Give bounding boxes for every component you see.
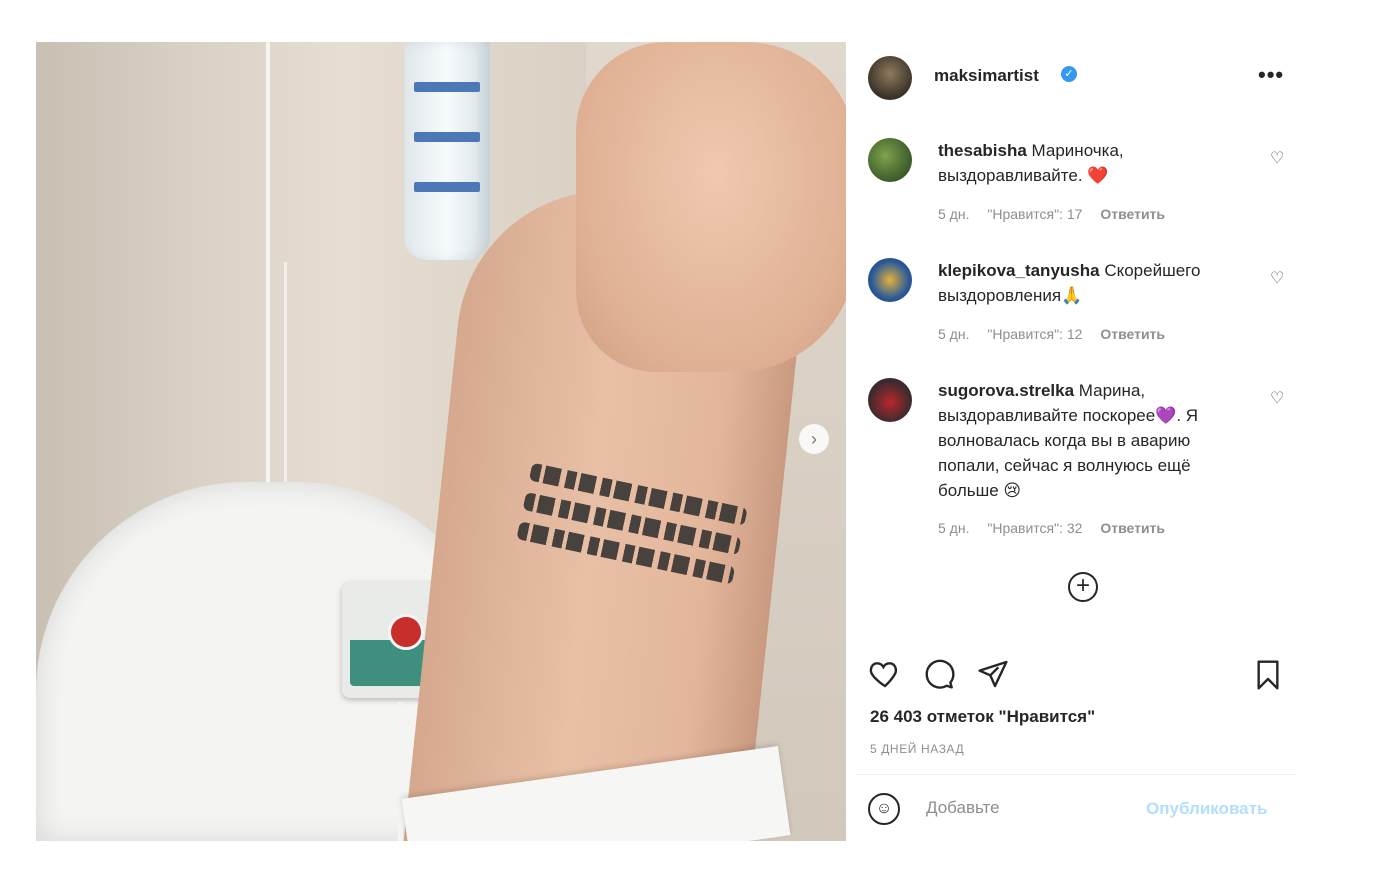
comment: thesabisha Мариночка, выздоравливайте. ❤… (868, 138, 1288, 228)
comment: klepikova_tanyusha Скорейшего выздоровле… (868, 258, 1288, 348)
comment-meta: 5 дн. "Нравится": 12 Ответить (938, 326, 1179, 342)
commenter-avatar[interactable] (868, 378, 912, 422)
post-timestamp[interactable]: 5 ДНЕЙ НАЗАД (870, 742, 964, 756)
verified-badge-icon: ✓ (1061, 66, 1077, 82)
reply-button[interactable]: Ответить (1100, 326, 1165, 342)
like-heart-icon[interactable] (868, 658, 902, 698)
share-paper-plane-icon[interactable] (976, 658, 1010, 698)
comment: sugorova.strelka Марина, выздоравливайте… (868, 378, 1288, 548)
publish-button[interactable]: Опубликовать (1146, 799, 1267, 819)
author-avatar[interactable] (868, 56, 912, 100)
comment-username[interactable]: klepikova_tanyusha (938, 261, 1100, 280)
post-header: maksimartist ✓ ••• (868, 56, 1288, 100)
comment-likes[interactable]: "Нравится": 12 (987, 326, 1082, 342)
comment-meta: 5 дн. "Нравится": 17 Ответить (938, 206, 1179, 222)
divider (856, 774, 1296, 775)
comment-username[interactable]: sugorova.strelka (938, 381, 1074, 400)
comment-likes[interactable]: "Нравится": 32 (987, 520, 1082, 536)
next-image-arrow-icon[interactable]: › (799, 424, 829, 454)
comment-likes[interactable]: "Нравится": 17 (987, 206, 1082, 222)
comment-bubble-icon[interactable] (922, 658, 956, 698)
like-comment-heart-icon[interactable]: ♡ (1270, 388, 1284, 408)
fist (576, 42, 846, 372)
emoji-icon[interactable]: ☺ (868, 793, 900, 825)
comment-time[interactable]: 5 дн. (938, 206, 969, 222)
action-bar (868, 658, 1288, 698)
like-comment-heart-icon[interactable]: ♡ (1270, 268, 1284, 288)
reply-button[interactable]: Ответить (1100, 520, 1165, 536)
comment-text: sugorova.strelka Марина, выздоравливайте… (938, 378, 1248, 503)
like-comment-heart-icon[interactable]: ♡ (1270, 148, 1284, 168)
reply-button[interactable]: Ответить (1100, 206, 1165, 222)
call-cable (398, 702, 403, 841)
commenter-avatar[interactable] (868, 258, 912, 302)
post-image[interactable]: › (36, 42, 846, 841)
more-options-icon[interactable]: ••• (1258, 62, 1284, 88)
author-username[interactable]: maksimartist (934, 66, 1039, 86)
commenter-avatar[interactable] (868, 138, 912, 182)
comment-input[interactable] (924, 797, 1128, 819)
iv-bottle (404, 42, 490, 260)
load-more-comments-icon[interactable]: + (1068, 572, 1098, 602)
comment-time[interactable]: 5 дн. (938, 520, 969, 536)
comment-username[interactable]: thesabisha (938, 141, 1027, 160)
comment-time[interactable]: 5 дн. (938, 326, 969, 342)
likes-count[interactable]: 26 403 отметок "Нравится" (870, 707, 1095, 727)
add-comment-bar: ☺ Опубликовать (868, 793, 1288, 827)
comment-text: thesabisha Мариночка, выздоравливайте. ❤… (938, 138, 1248, 188)
comment-text: klepikova_tanyusha Скорейшего выздоровле… (938, 258, 1248, 308)
comment-meta: 5 дн. "Нравится": 32 Ответить (938, 520, 1179, 536)
bookmark-icon[interactable] (1252, 658, 1284, 700)
